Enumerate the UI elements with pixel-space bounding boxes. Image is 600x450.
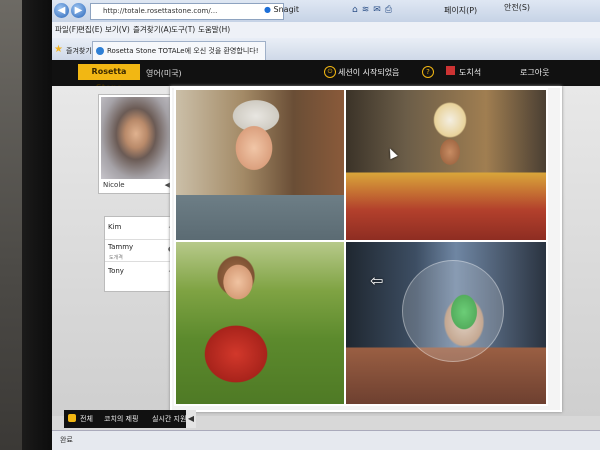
session-icon: ⏻ bbox=[324, 66, 336, 78]
bottom-item-support[interactable]: 실시간 지원 bbox=[152, 414, 186, 424]
photo-child[interactable] bbox=[174, 240, 346, 406]
app-header: Rosetta Stone 영어(미국) ⏻ 세션이 시작되었음 ? 도치석 로… bbox=[52, 60, 600, 92]
pointer-arrow-icon: ⇦ bbox=[370, 271, 384, 290]
screen: ◀ ▶ http://totale.rosettastone.com/... ●… bbox=[52, 0, 600, 450]
page-menu[interactable]: 페이지(P) bbox=[444, 5, 477, 16]
status-text: 완료 bbox=[60, 436, 73, 444]
logout-button[interactable]: 로그아웃 bbox=[520, 67, 549, 78]
browser-toolbar-icons: ⌂≋✉⎙ bbox=[352, 5, 396, 15]
lesson-image-grid: ⇦ bbox=[170, 86, 562, 412]
selection-circle-overlay bbox=[402, 260, 504, 362]
photo-older-man[interactable] bbox=[174, 88, 346, 242]
browser-menu-bar: 파일(F) 편집(E) 보기(V) 즐겨찾기(A) 도구(T) 도움말(H) bbox=[52, 22, 600, 39]
snagit-label: Snagit bbox=[273, 5, 300, 14]
chevron-left-icon[interactable]: ◀ bbox=[186, 410, 196, 428]
participant-name: Kim bbox=[108, 223, 122, 231]
participant-name: Tony bbox=[108, 267, 124, 275]
mail-icon[interactable]: ✉ bbox=[373, 5, 385, 15]
bottom-item-coach[interactable]: 코치의 제핑 bbox=[104, 414, 138, 424]
coach-name: Nicole bbox=[103, 181, 125, 189]
rosetta-stone-logo: Rosetta Stone bbox=[78, 64, 140, 92]
tab-site-icon bbox=[96, 47, 104, 55]
bottom-toolbar: 전체 코치의 제핑 실시간 지원 bbox=[64, 410, 194, 428]
photo-masked-person[interactable] bbox=[344, 240, 548, 406]
feeds-icon[interactable]: ≋ bbox=[362, 5, 374, 15]
print-icon[interactable]: ⎙ bbox=[385, 5, 396, 15]
participant-list: Kim ◀ Tammy 도개격 ● Tony ◀ bbox=[104, 216, 178, 292]
snagit-icon: ● bbox=[264, 5, 271, 14]
menu-file[interactable]: 파일(F) bbox=[55, 24, 79, 35]
language-label: 영어(미국) bbox=[146, 69, 182, 78]
participant-row[interactable]: Tammy 도개격 ● bbox=[105, 241, 177, 262]
coach-video bbox=[101, 97, 171, 179]
participant-name: Tammy bbox=[108, 243, 134, 251]
browser-status-bar: 완료 bbox=[52, 430, 600, 450]
menu-icon[interactable] bbox=[68, 414, 76, 422]
browser-tab-row: ★ 즐겨찾기 Rosetta Stone TOTALe에 오신 것을 환영합니다… bbox=[52, 38, 600, 61]
back-button[interactable]: ◀ bbox=[54, 3, 69, 18]
tutor-name[interactable]: 도치석 bbox=[459, 67, 481, 78]
home-icon[interactable]: ⌂ bbox=[352, 5, 362, 15]
snagit-button[interactable]: ● Snagit bbox=[264, 5, 299, 14]
help-icon[interactable]: ? bbox=[422, 66, 434, 78]
menu-favorites[interactable]: 즐겨찾기(A) bbox=[133, 24, 172, 35]
menu-edit[interactable]: 편집(E) bbox=[78, 24, 102, 35]
url-text: http://totale.rosettastone.com/... bbox=[103, 7, 218, 15]
app-body: Nicole ◀ Kim ◀ Tammy 도개격 ● Tony ◀ bbox=[52, 86, 600, 416]
participant-row[interactable]: Tony ◀ bbox=[105, 263, 177, 283]
favorites-star-icon[interactable]: ★ bbox=[54, 44, 63, 55]
participant-subtitle: 도개격 bbox=[109, 255, 123, 261]
tutor-icon bbox=[446, 66, 455, 75]
photo-dancer[interactable] bbox=[344, 88, 548, 242]
browser-address-row: ◀ ▶ http://totale.rosettastone.com/... ●… bbox=[52, 0, 600, 22]
session-status: 세션이 시작되었음 bbox=[338, 68, 400, 77]
address-bar[interactable]: http://totale.rosettastone.com/... bbox=[90, 3, 284, 20]
participant-row[interactable]: Kim ◀ bbox=[105, 219, 177, 240]
menu-view[interactable]: 보기(V) bbox=[105, 24, 130, 35]
coach-video-panel: Nicole ◀ bbox=[98, 94, 174, 194]
browser-tab[interactable]: Rosetta Stone TOTALe에 오신 것을 환영합니다! bbox=[92, 41, 266, 60]
background-wall bbox=[0, 0, 22, 450]
tab-title: Rosetta Stone TOTALe에 오신 것을 환영합니다! bbox=[107, 47, 259, 55]
favorites-label[interactable]: 즐겨찾기 bbox=[66, 46, 92, 56]
safety-menu[interactable]: 안전(S) bbox=[504, 2, 530, 13]
bottom-item-all[interactable]: 전체 bbox=[80, 414, 93, 424]
menu-help[interactable]: 도움말(H) bbox=[198, 24, 230, 35]
menu-tools[interactable]: 도구(T) bbox=[171, 24, 195, 35]
forward-button[interactable]: ▶ bbox=[71, 3, 86, 18]
